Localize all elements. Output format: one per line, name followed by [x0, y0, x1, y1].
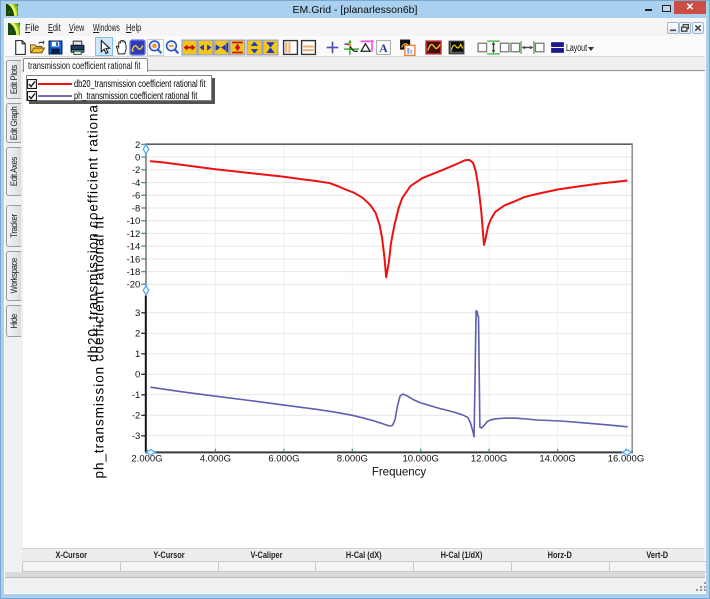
svg-text:-14: -14: [127, 242, 141, 253]
svg-text:2: 2: [135, 140, 140, 151]
svg-text:-2: -2: [132, 411, 140, 422]
svg-text:4.000G: 4.000G: [200, 454, 231, 465]
svg-text:-20: -20: [127, 280, 141, 291]
svg-text:-16: -16: [127, 254, 141, 265]
svg-text:1: 1: [135, 349, 140, 360]
svg-text:10.000G: 10.000G: [402, 454, 438, 465]
svg-text:-4: -4: [132, 178, 140, 189]
svg-text:2.000G: 2.000G: [131, 454, 162, 465]
svg-text:-3: -3: [132, 431, 140, 442]
svg-text:-8: -8: [132, 203, 140, 214]
svg-text:14.000G: 14.000G: [539, 454, 575, 465]
svg-text:-6: -6: [132, 191, 140, 202]
svg-text:0: 0: [135, 153, 140, 164]
svg-text:12.000G: 12.000G: [471, 454, 507, 465]
svg-text:Frequency: Frequency: [372, 467, 427, 479]
svg-text:8.000G: 8.000G: [337, 454, 368, 465]
svg-text:6.000G: 6.000G: [268, 454, 299, 465]
svg-text:0: 0: [135, 370, 140, 381]
svg-text:-18: -18: [127, 267, 141, 278]
svg-text:ph_transmission coefficient ra: ph_transmission coefficient rational fit: [92, 216, 107, 479]
svg-text:-1: -1: [132, 390, 140, 401]
svg-text:-12: -12: [127, 229, 141, 240]
svg-text:2: 2: [135, 329, 140, 340]
svg-text:3: 3: [135, 308, 140, 319]
svg-text:-10: -10: [127, 216, 141, 227]
svg-text:-2: -2: [132, 165, 140, 176]
svg-text:A: A: [379, 42, 388, 55]
